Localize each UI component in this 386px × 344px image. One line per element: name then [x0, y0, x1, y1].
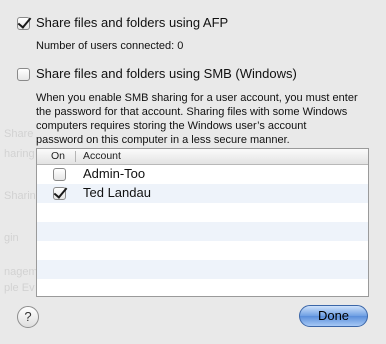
- background-ghost-text: gin: [4, 232, 19, 244]
- smb-description-line: password on this computer in a less secu…: [36, 134, 290, 146]
- done-button[interactable]: Done: [299, 305, 368, 327]
- account-enable-checkbox[interactable]: [53, 187, 66, 200]
- smb-description-line: computers requires storing the Windows u…: [36, 120, 307, 132]
- empty-table-row: [37, 279, 368, 296]
- smb-description-line: the password for that account. Sharing f…: [36, 106, 348, 118]
- table-header: On Account: [37, 149, 368, 165]
- table-row[interactable]: Admin-Too: [37, 165, 368, 184]
- help-icon: ?: [24, 309, 32, 324]
- empty-table-row: [37, 260, 368, 279]
- smb-description-line: When you enable SMB sharing for a user a…: [36, 92, 358, 104]
- column-header-account[interactable]: Account: [83, 150, 121, 162]
- background-ghost-text: haring: [4, 148, 35, 160]
- account-enable-checkbox[interactable]: [53, 168, 66, 181]
- help-button[interactable]: ?: [17, 306, 39, 328]
- column-header-on[interactable]: On: [51, 150, 65, 162]
- smb-accounts-table[interactable]: On Account Admin-Too Ted Landau: [36, 148, 369, 297]
- file-sharing-options-sheet: Share haring Sharing gin nagement ple Ev…: [0, 0, 386, 344]
- table-row[interactable]: Ted Landau: [37, 184, 368, 203]
- smb-description: When you enable SMB sharing for a user a…: [36, 91, 376, 147]
- background-ghost-text: ple Ev: [4, 282, 35, 294]
- afp-label[interactable]: Share files and folders using AFP: [36, 15, 228, 30]
- background-ghost-text: Share: [4, 128, 34, 140]
- empty-table-row: [37, 203, 368, 222]
- smb-label[interactable]: Share files and folders using SMB (Windo…: [36, 66, 297, 81]
- afp-checkbox[interactable]: [17, 17, 30, 30]
- empty-table-row: [37, 241, 368, 260]
- afp-users-connected-text: Number of users connected: 0: [36, 40, 184, 52]
- account-name: Ted Landau: [83, 185, 151, 200]
- smb-checkbox[interactable]: [17, 68, 30, 81]
- account-name: Admin-Too: [83, 166, 146, 181]
- column-divider[interactable]: [75, 151, 76, 162]
- empty-table-row: [37, 222, 368, 241]
